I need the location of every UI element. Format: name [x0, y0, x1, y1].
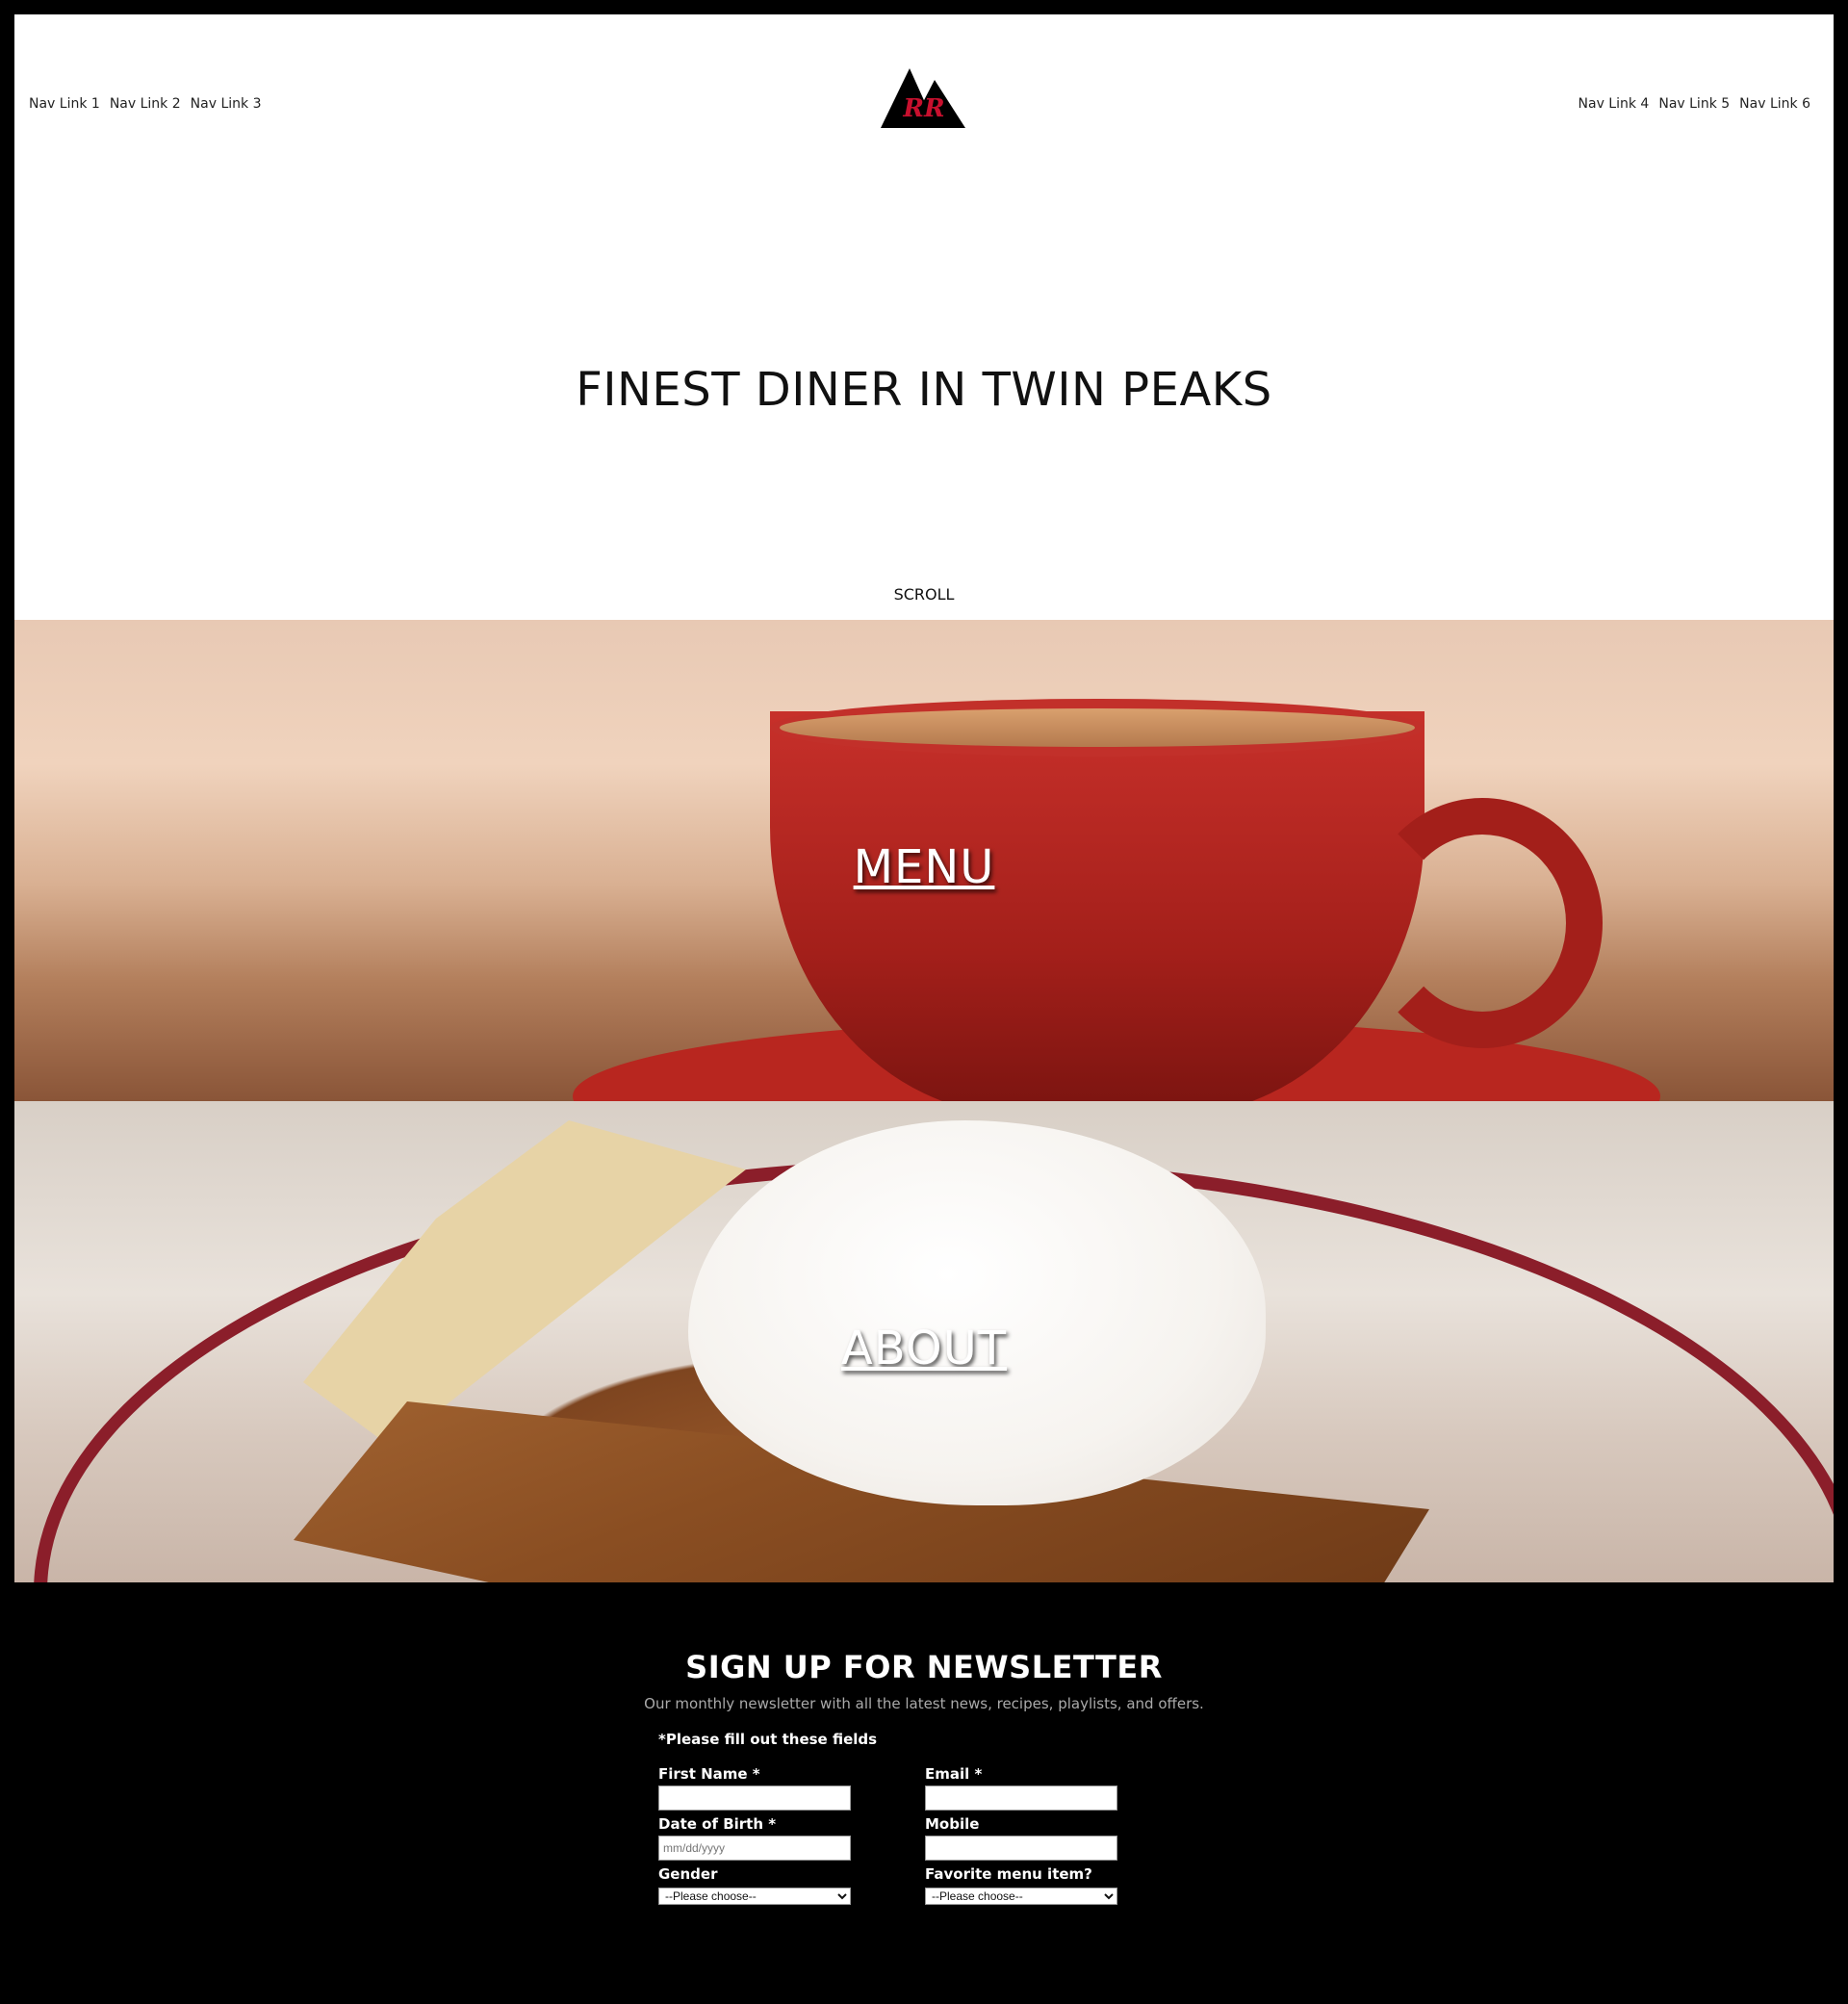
newsletter-section: SIGN UP FOR NEWSLETTER Our monthly newsl…: [14, 1582, 1834, 2000]
cup-handle-image: [1362, 798, 1603, 1048]
first-name-input[interactable]: [658, 1786, 851, 1811]
nav-link-6[interactable]: Nav Link 6: [1739, 96, 1810, 112]
dob-field: Date of Birth *: [658, 1815, 851, 1861]
first-name-field: First Name *: [658, 1765, 851, 1811]
mobile-field: Mobile: [925, 1815, 1117, 1861]
favorite-item-select[interactable]: --Please choose--: [925, 1888, 1117, 1905]
gender-field: Gender --Please choose--: [658, 1865, 851, 1905]
nav-link-1[interactable]: Nav Link 1: [29, 96, 100, 112]
menu-panel[interactable]: MENU: [14, 620, 1834, 1101]
nav-link-3[interactable]: Nav Link 3: [191, 96, 262, 112]
newsletter-subtitle: Our monthly newsletter with all the late…: [644, 1695, 1204, 1712]
nav-right: Nav Link 4 Nav Link 5 Nav Link 6: [1578, 96, 1810, 112]
nav-left: Nav Link 1 Nav Link 2 Nav Link 3: [29, 96, 261, 112]
dob-label: Date of Birth *: [658, 1815, 777, 1833]
favorite-item-field: Favorite menu item? --Please choose--: [925, 1865, 1117, 1905]
nav-link-4[interactable]: Nav Link 4: [1578, 96, 1650, 112]
about-link[interactable]: ABOUT: [14, 1322, 1834, 1375]
page-frame: Nav Link 1 Nav Link 2 Nav Link 3 RR Nav …: [14, 14, 1834, 2000]
about-panel[interactable]: ABOUT: [14, 1101, 1834, 1582]
required-note: *Please fill out these fields: [658, 1731, 878, 1748]
hero-title: FINEST DINER IN TWIN PEAKS: [576, 363, 1272, 417]
dob-input[interactable]: [658, 1836, 851, 1861]
hero-section: Nav Link 1 Nav Link 2 Nav Link 3 RR Nav …: [14, 14, 1834, 620]
email-input[interactable]: [925, 1786, 1117, 1811]
nav-link-5[interactable]: Nav Link 5: [1658, 96, 1730, 112]
email-field: Email *: [925, 1765, 1117, 1811]
logo-monogram: RR: [902, 94, 944, 123]
gender-select[interactable]: --Please choose--: [658, 1888, 851, 1905]
first-name-label: First Name *: [658, 1765, 760, 1783]
coffee-cup-image: [770, 711, 1424, 1101]
mobile-input[interactable]: [925, 1836, 1117, 1861]
nav-link-2[interactable]: Nav Link 2: [110, 96, 181, 112]
menu-link[interactable]: MENU: [14, 840, 1834, 894]
newsletter-title: SIGN UP FOR NEWSLETTER: [685, 1649, 1163, 1685]
whipped-cream-image: [688, 1120, 1266, 1505]
mountain-logo-icon: RR: [881, 68, 965, 128]
email-label: Email *: [925, 1765, 983, 1783]
mobile-label: Mobile: [925, 1815, 980, 1833]
logo[interactable]: RR: [881, 68, 967, 130]
coffee-rim-image: [770, 699, 1424, 757]
gender-label: Gender: [658, 1865, 718, 1883]
favorite-item-label: Favorite menu item?: [925, 1865, 1092, 1883]
scroll-indicator[interactable]: SCROLL: [14, 585, 1834, 604]
